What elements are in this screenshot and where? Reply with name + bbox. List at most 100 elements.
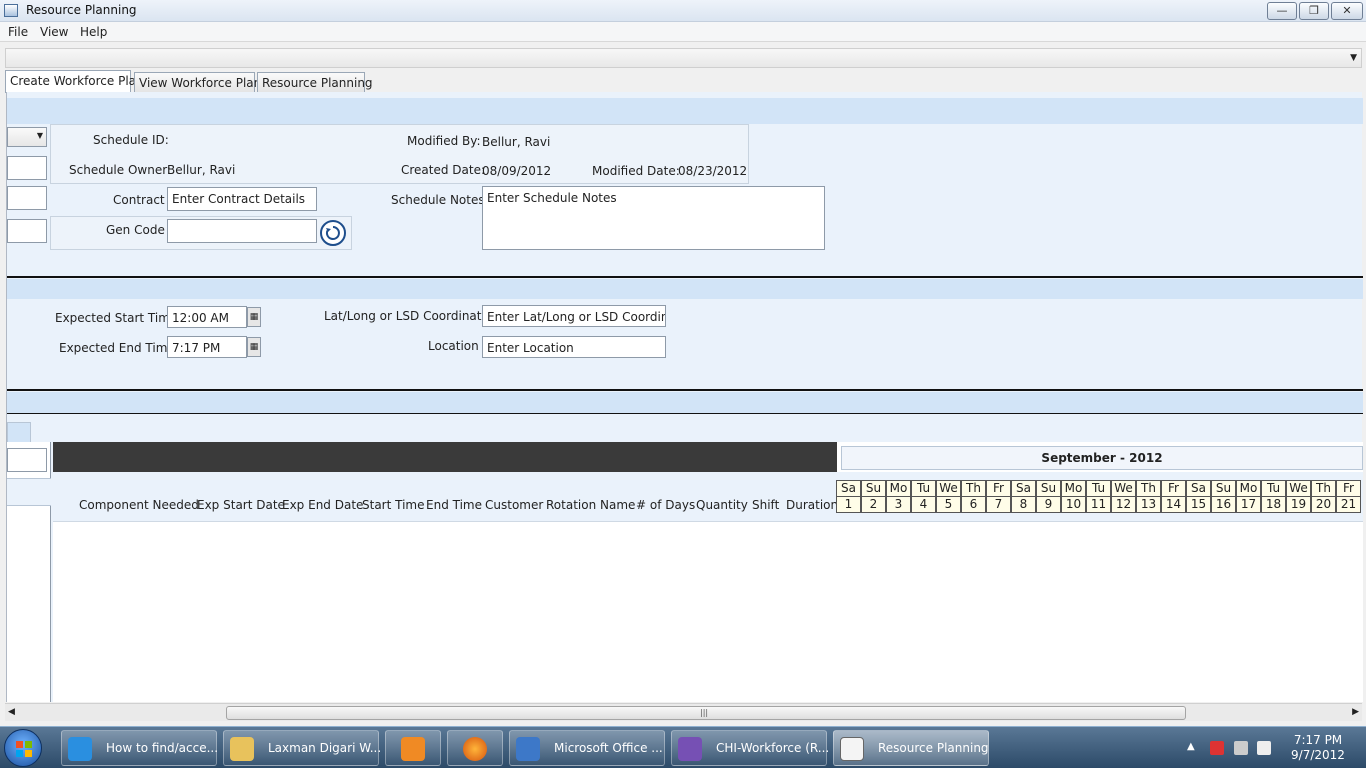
- start-button[interactable]: [4, 729, 42, 767]
- action-center-icon[interactable]: [1210, 741, 1224, 755]
- column-end-time[interactable]: End Time: [426, 498, 482, 512]
- calendar-day-number: 4: [911, 496, 936, 513]
- calendar-day-number: 6: [961, 496, 986, 513]
- taskbar-item-firefox[interactable]: [447, 730, 503, 766]
- taskbar-item-office[interactable]: Microsoft Office ...: [509, 730, 665, 766]
- system-clock[interactable]: 7:17 PM 9/7/2012: [1283, 733, 1353, 763]
- taskbar-item-explorer[interactable]: Laxman Digari W...: [223, 730, 381, 766]
- left-field-2[interactable]: [7, 186, 47, 210]
- taskbar-item-resource-planning[interactable]: Resource Planning: [833, 730, 989, 766]
- calendar-day-name: Sa: [1186, 480, 1211, 497]
- refresh-icon[interactable]: [320, 220, 346, 246]
- left-field-1[interactable]: [7, 156, 47, 180]
- column-customer[interactable]: Customer: [485, 498, 543, 512]
- column-exp-start-date[interactable]: Exp Start Date: [197, 498, 285, 512]
- menu-bar: File View Help: [0, 22, 1366, 42]
- top-dropdown-strip[interactable]: ▼: [5, 48, 1362, 68]
- calendar-day-number: 17: [1236, 496, 1261, 513]
- section-header-band: [7, 279, 1363, 299]
- location-input[interactable]: Enter Location: [482, 336, 666, 358]
- windows-logo-icon: [16, 741, 32, 757]
- column-shift[interactable]: Shift: [752, 498, 779, 512]
- network-icon[interactable]: [1234, 741, 1248, 755]
- modified-date-value: 08/23/2012: [678, 164, 748, 178]
- coordinates-input[interactable]: Enter Lat/Long or LSD Coordinate: [482, 305, 666, 327]
- location-label: Location: [428, 339, 479, 353]
- column-rotation-name[interactable]: Rotation Name: [546, 498, 635, 512]
- calendar-day-number: 14: [1161, 496, 1186, 513]
- close-button[interactable]: ✕: [1331, 2, 1363, 20]
- gen-code-label: Gen Code: [106, 223, 165, 237]
- calendar-day-number: 12: [1111, 496, 1136, 513]
- column-quantity[interactable]: Quantity: [696, 498, 748, 512]
- created-date-value: 08/09/2012: [482, 164, 552, 178]
- calendar-day-name: Th: [1311, 480, 1336, 497]
- expected-start-time-input[interactable]: 12:00 AM: [167, 306, 247, 328]
- calendar-day-number: 1: [836, 496, 861, 513]
- contract-input[interactable]: Enter Contract Details: [167, 187, 317, 211]
- taskbar: How to find/acce... Laxman Digari W... M…: [0, 726, 1366, 768]
- section-header-band: [7, 98, 1363, 124]
- scroll-left-icon[interactable]: ◀: [8, 707, 15, 717]
- schedule-grid: September - 2012 Component Needed Exp St…: [53, 442, 1363, 702]
- calendar-day-name: We: [1111, 480, 1136, 497]
- horizontal-scrollbar[interactable]: ◀ ||| ▶: [5, 703, 1362, 721]
- menu-file[interactable]: File: [8, 25, 28, 39]
- calendar-day-name: Mo: [1061, 480, 1086, 497]
- tab-resource-planning[interactable]: Resource Planning: [257, 72, 373, 93]
- expected-end-time-label: Expected End Time: [59, 341, 175, 355]
- coordinates-label: Lat/Long or LSD Coordinates: [324, 309, 496, 323]
- column-duration[interactable]: Duration: [786, 498, 838, 512]
- calendar-day-name: Fr: [1161, 480, 1186, 497]
- grid-tab[interactable]: [7, 422, 31, 442]
- scroll-right-icon[interactable]: ▶: [1352, 707, 1359, 717]
- calendar-day-number: 2: [861, 496, 886, 513]
- calendar-day-name: We: [1286, 480, 1311, 497]
- contract-label: Contract: [113, 193, 165, 207]
- taskbar-item-ie[interactable]: How to find/acce...: [61, 730, 218, 766]
- volume-muted-icon[interactable]: [1257, 741, 1271, 755]
- taskbar-item-media[interactable]: [385, 730, 441, 766]
- calendar-day-name: Su: [1211, 480, 1236, 497]
- left-list-header: [7, 478, 51, 506]
- calendar-icon[interactable]: ▦: [247, 337, 261, 357]
- calendar-icon[interactable]: ▦: [247, 307, 261, 327]
- left-list-search[interactable]: [7, 448, 47, 472]
- chevron-down-icon[interactable]: ▼: [1350, 53, 1357, 63]
- modified-by-label: Modified By:: [407, 134, 481, 148]
- calendar-day-number: 11: [1086, 496, 1111, 513]
- column-num-days[interactable]: # of Days: [636, 498, 695, 512]
- calendar-day-name: Fr: [1336, 480, 1361, 497]
- column-exp-end-date[interactable]: Exp End Date: [282, 498, 363, 512]
- schedule-notes-label: Schedule Notes: [391, 193, 485, 207]
- menu-help[interactable]: Help: [80, 25, 107, 39]
- calendar-day-number: 7: [986, 496, 1011, 513]
- calendar-day-number: 9: [1036, 496, 1061, 513]
- left-combobox[interactable]: ▼: [7, 127, 47, 147]
- minimize-button[interactable]: —: [1267, 2, 1297, 20]
- calendar-day-name: Th: [1136, 480, 1161, 497]
- section-header-band: [7, 392, 1363, 414]
- calendar-day-name: Su: [861, 480, 886, 497]
- expected-end-time-input[interactable]: 7:17 PM: [167, 336, 247, 358]
- left-field-3[interactable]: [7, 219, 47, 243]
- menu-view[interactable]: View: [40, 25, 68, 39]
- calendar-day-number: 5: [936, 496, 961, 513]
- column-component-needed[interactable]: Component Needed: [79, 498, 199, 512]
- taskbar-item-visual-studio[interactable]: CHI-Workforce (R...: [671, 730, 829, 766]
- calendar-day-number: 10: [1061, 496, 1086, 513]
- column-start-time[interactable]: Start Time: [362, 498, 425, 512]
- calendar-day-number: 8: [1011, 496, 1036, 513]
- chevron-down-icon[interactable]: ▼: [37, 131, 43, 140]
- schedule-notes-textarea[interactable]: Enter Schedule Notes: [482, 186, 825, 250]
- show-hidden-icons-icon[interactable]: ▲: [1187, 741, 1195, 752]
- window-title: Resource Planning: [26, 3, 137, 17]
- office-icon: [516, 737, 540, 761]
- media-player-icon: [401, 737, 425, 761]
- restore-button[interactable]: ❐: [1299, 2, 1329, 20]
- calendar-day-name: Tu: [1086, 480, 1111, 497]
- tab-create-workforce-plan[interactable]: Create Workforce Plan: [5, 70, 144, 93]
- expected-start-time-label: Expected Start Time: [55, 311, 178, 325]
- tab-view-workforce-plan[interactable]: View Workforce Plan: [134, 72, 261, 93]
- gen-code-input[interactable]: [167, 219, 317, 243]
